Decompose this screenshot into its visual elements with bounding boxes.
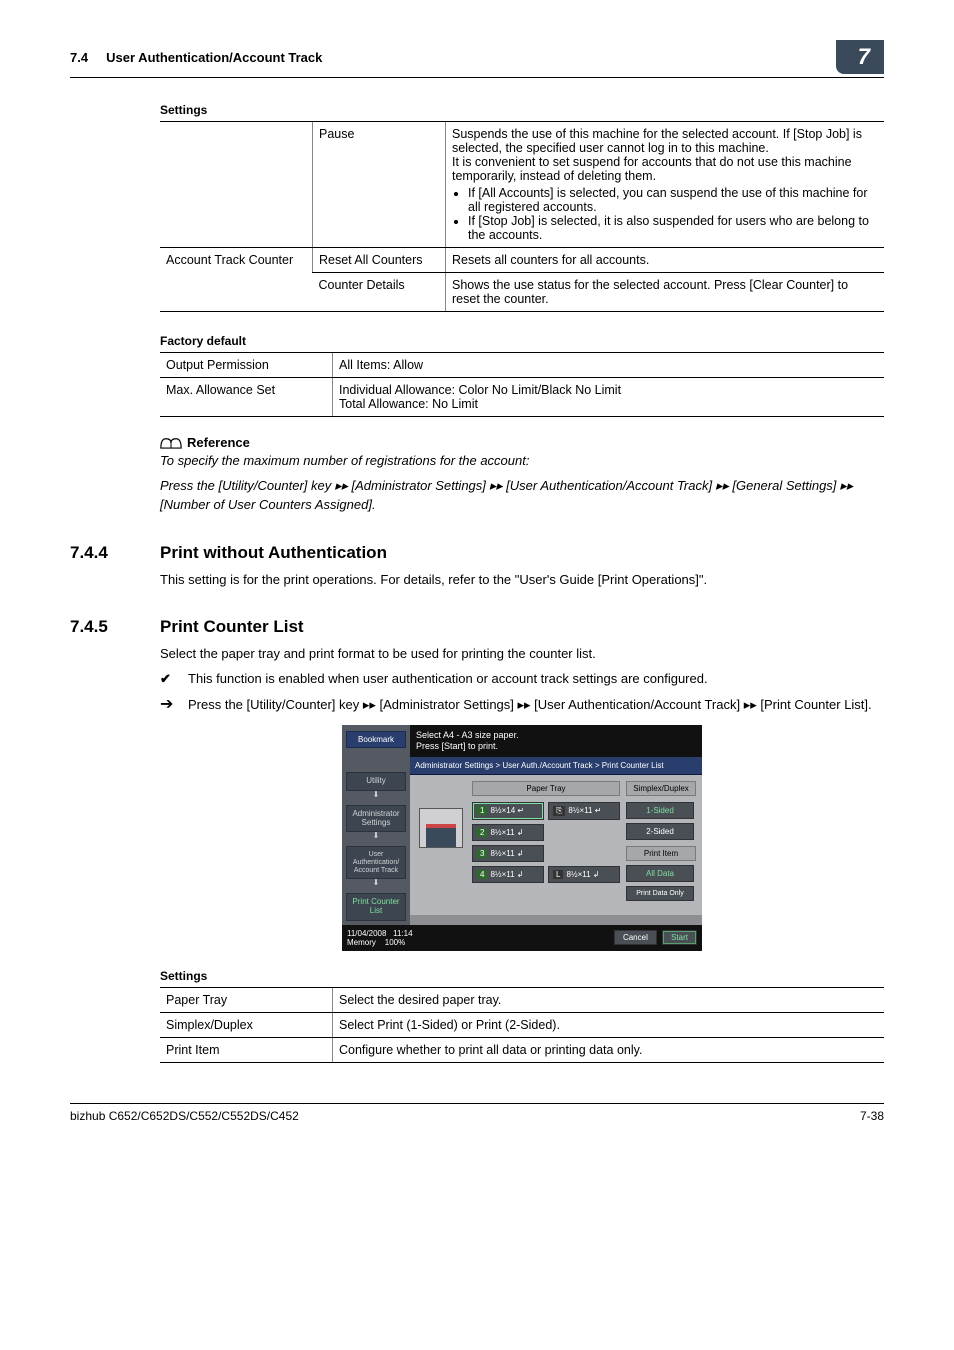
cell: Simplex/Duplex (160, 1012, 333, 1037)
running-head: 7.4 User Authentication/Account Track (70, 50, 322, 65)
arrow-text: Press the [Utility/Counter] key ▸▸ [Admi… (188, 697, 872, 713)
cell (160, 122, 313, 248)
reference-body: To specify the maximum number of registr… (160, 452, 884, 515)
table3-caption: Settings (160, 969, 884, 983)
chapter-number-box: 7 (836, 40, 884, 74)
checkmark-note: ✔ This function is enabled when user aut… (160, 671, 884, 687)
ss-top-line1: Select A4 - A3 size paper. (416, 730, 696, 741)
cell: Shows the use status for the selected ac… (446, 273, 885, 312)
section-num: 7.4.4 (70, 543, 160, 563)
table-row: Print Item Configure whether to print al… (160, 1037, 884, 1062)
ss-tray-3[interactable]: 38½×11 ↲ (472, 845, 544, 862)
ss-top-line2: Press [Start] to print. (416, 741, 696, 752)
ss-tray-bypass[interactable]: ⎘8½×11 ↵ (548, 802, 620, 820)
reference-line1: To specify the maximum number of registr… (160, 452, 884, 471)
ss-alldata-button[interactable]: All Data (626, 865, 694, 882)
ss-tray-lct[interactable]: L8½×11 ↲ (548, 866, 620, 883)
section-title: Print without Authentication (160, 543, 387, 563)
ss-sidebar: Bookmark Utility ⬇ Administrator Setting… (342, 725, 410, 925)
footer-model: bizhub C652/C652DS/C552/C552DS/C452 (70, 1109, 299, 1123)
ss-start-button[interactable]: Start (662, 930, 697, 945)
table-row: Account Track Counter Reset All Counters… (160, 248, 884, 273)
settings-table-1: Pause Suspends the use of this machine f… (160, 121, 884, 312)
section-745: 7.4.5 Print Counter List (70, 617, 884, 637)
reference-line2: Press the [Utility/Counter] key ▸▸ [Admi… (160, 477, 884, 515)
cell: Account Track Counter (160, 248, 313, 312)
ss-col-printitem: Print Item (626, 846, 696, 861)
cell: Pause (313, 122, 446, 248)
ss-mem-label: Memory (347, 938, 376, 947)
ss-instruction: Select A4 - A3 size paper. Press [Start]… (410, 725, 702, 757)
section-num: 7.4.5 (70, 617, 160, 637)
cell: Configure whether to print all data or p… (333, 1037, 885, 1062)
cell: Counter Details (313, 273, 446, 312)
bullet: If [All Accounts] is selected, you can s… (468, 186, 878, 214)
page-footer: bizhub C652/C652DS/C552/C552DS/C452 7-38 (70, 1103, 884, 1123)
ss-printdataonly-button[interactable]: Print Data Only (626, 886, 694, 901)
cell: Output Permission (160, 353, 333, 378)
factory-default-table: Output Permission All Items: Allow Max. … (160, 352, 884, 417)
table-row: Output Permission All Items: Allow (160, 353, 884, 378)
ss-col-papertray: Paper Tray (472, 781, 620, 796)
ss-cancel-button[interactable]: Cancel (614, 930, 657, 945)
arrow-icon: ➔ (160, 697, 174, 713)
page-header: 7.4 User Authentication/Account Track 7 (70, 40, 884, 78)
table-row: Pause Suspends the use of this machine f… (160, 122, 884, 248)
ss-mem-value: 100% (385, 938, 405, 947)
header-section-num: 7.4 (70, 50, 88, 65)
ss-time: 11:14 (393, 929, 412, 938)
ss-crumb-pcl[interactable]: Print Counter List (346, 893, 406, 921)
cell: Select Print (1-Sided) or Print (2-Sided… (333, 1012, 885, 1037)
reference-label: Reference (187, 435, 250, 450)
header-section-title: User Authentication/Account Track (106, 50, 322, 65)
arrow-step: ➔ Press the [Utility/Counter] key ▸▸ [Ad… (160, 697, 884, 713)
cell: All Items: Allow (333, 353, 885, 378)
reference-heading: Reference (160, 435, 884, 450)
chevron-down-icon: ⬇ (346, 879, 406, 887)
table1-caption: Settings (160, 103, 884, 117)
device-screenshot: Bookmark Utility ⬇ Administrator Setting… (342, 725, 702, 951)
section-744-body: This setting is for the print operations… (160, 571, 884, 589)
printer-icon (419, 808, 463, 848)
table2-caption: Factory default (160, 334, 884, 348)
cell: Max. Allowance Set (160, 378, 333, 417)
ss-crumb-userauth[interactable]: User Authentication/ Account Track (346, 846, 406, 879)
cell: Print Item (160, 1037, 333, 1062)
chevron-down-icon: ⬇ (346, 791, 406, 799)
table-row: Max. Allowance Set Individual Allowance:… (160, 378, 884, 417)
section-title: Print Counter List (160, 617, 304, 637)
cell-paragraph: Suspends the use of this machine for the… (452, 127, 862, 183)
check-text: This function is enabled when user authe… (188, 671, 708, 687)
ss-tray-2[interactable]: 28½×11 ↲ (472, 824, 544, 841)
section-744: 7.4.4 Print without Authentication (70, 543, 884, 563)
cell: Select the desired paper tray. (333, 987, 885, 1012)
ss-main: Select A4 - A3 size paper. Press [Start]… (410, 725, 702, 925)
check-icon: ✔ (160, 671, 174, 687)
ss-crumb-utility[interactable]: Utility (346, 772, 406, 791)
settings-table-3: Paper Tray Select the desired paper tray… (160, 987, 884, 1063)
table-row: Simplex/Duplex Select Print (1-Sided) or… (160, 1012, 884, 1037)
ss-bookmark-tab[interactable]: Bookmark (346, 731, 406, 748)
cell: Paper Tray (160, 987, 333, 1012)
ss-status-bar: 11/04/2008 11:14 Memory 100% Cancel Star… (342, 925, 702, 951)
chevron-down-icon: ⬇ (346, 832, 406, 840)
ss-tray-4[interactable]: 48½×11 ↲ (472, 866, 544, 883)
ss-date: 11/04/2008 (347, 929, 386, 938)
cell: Resets all counters for all accounts. (446, 248, 885, 273)
ss-tray-1[interactable]: 18½×14 ↵ (472, 802, 544, 820)
bullet: If [Stop Job] is selected, it is also su… (468, 214, 878, 242)
section-745-p1: Select the paper tray and print format t… (160, 645, 884, 663)
table-row: Paper Tray Select the desired paper tray… (160, 987, 884, 1012)
cell: Reset All Counters (313, 248, 446, 273)
ss-breadcrumb-bar: Administrator Settings > User Auth./Acco… (410, 757, 702, 775)
cell: Suspends the use of this machine for the… (446, 122, 885, 248)
book-icon (160, 436, 182, 450)
ss-col-simplexduplex: Simplex/Duplex (626, 781, 696, 796)
ss-1sided-button[interactable]: 1-Sided (626, 802, 694, 819)
cell: Individual Allowance: Color No Limit/Bla… (333, 378, 885, 417)
ss-2sided-button[interactable]: 2-Sided (626, 823, 694, 840)
footer-pagenum: 7-38 (860, 1109, 884, 1123)
ss-crumb-admin[interactable]: Administrator Settings (346, 805, 406, 833)
